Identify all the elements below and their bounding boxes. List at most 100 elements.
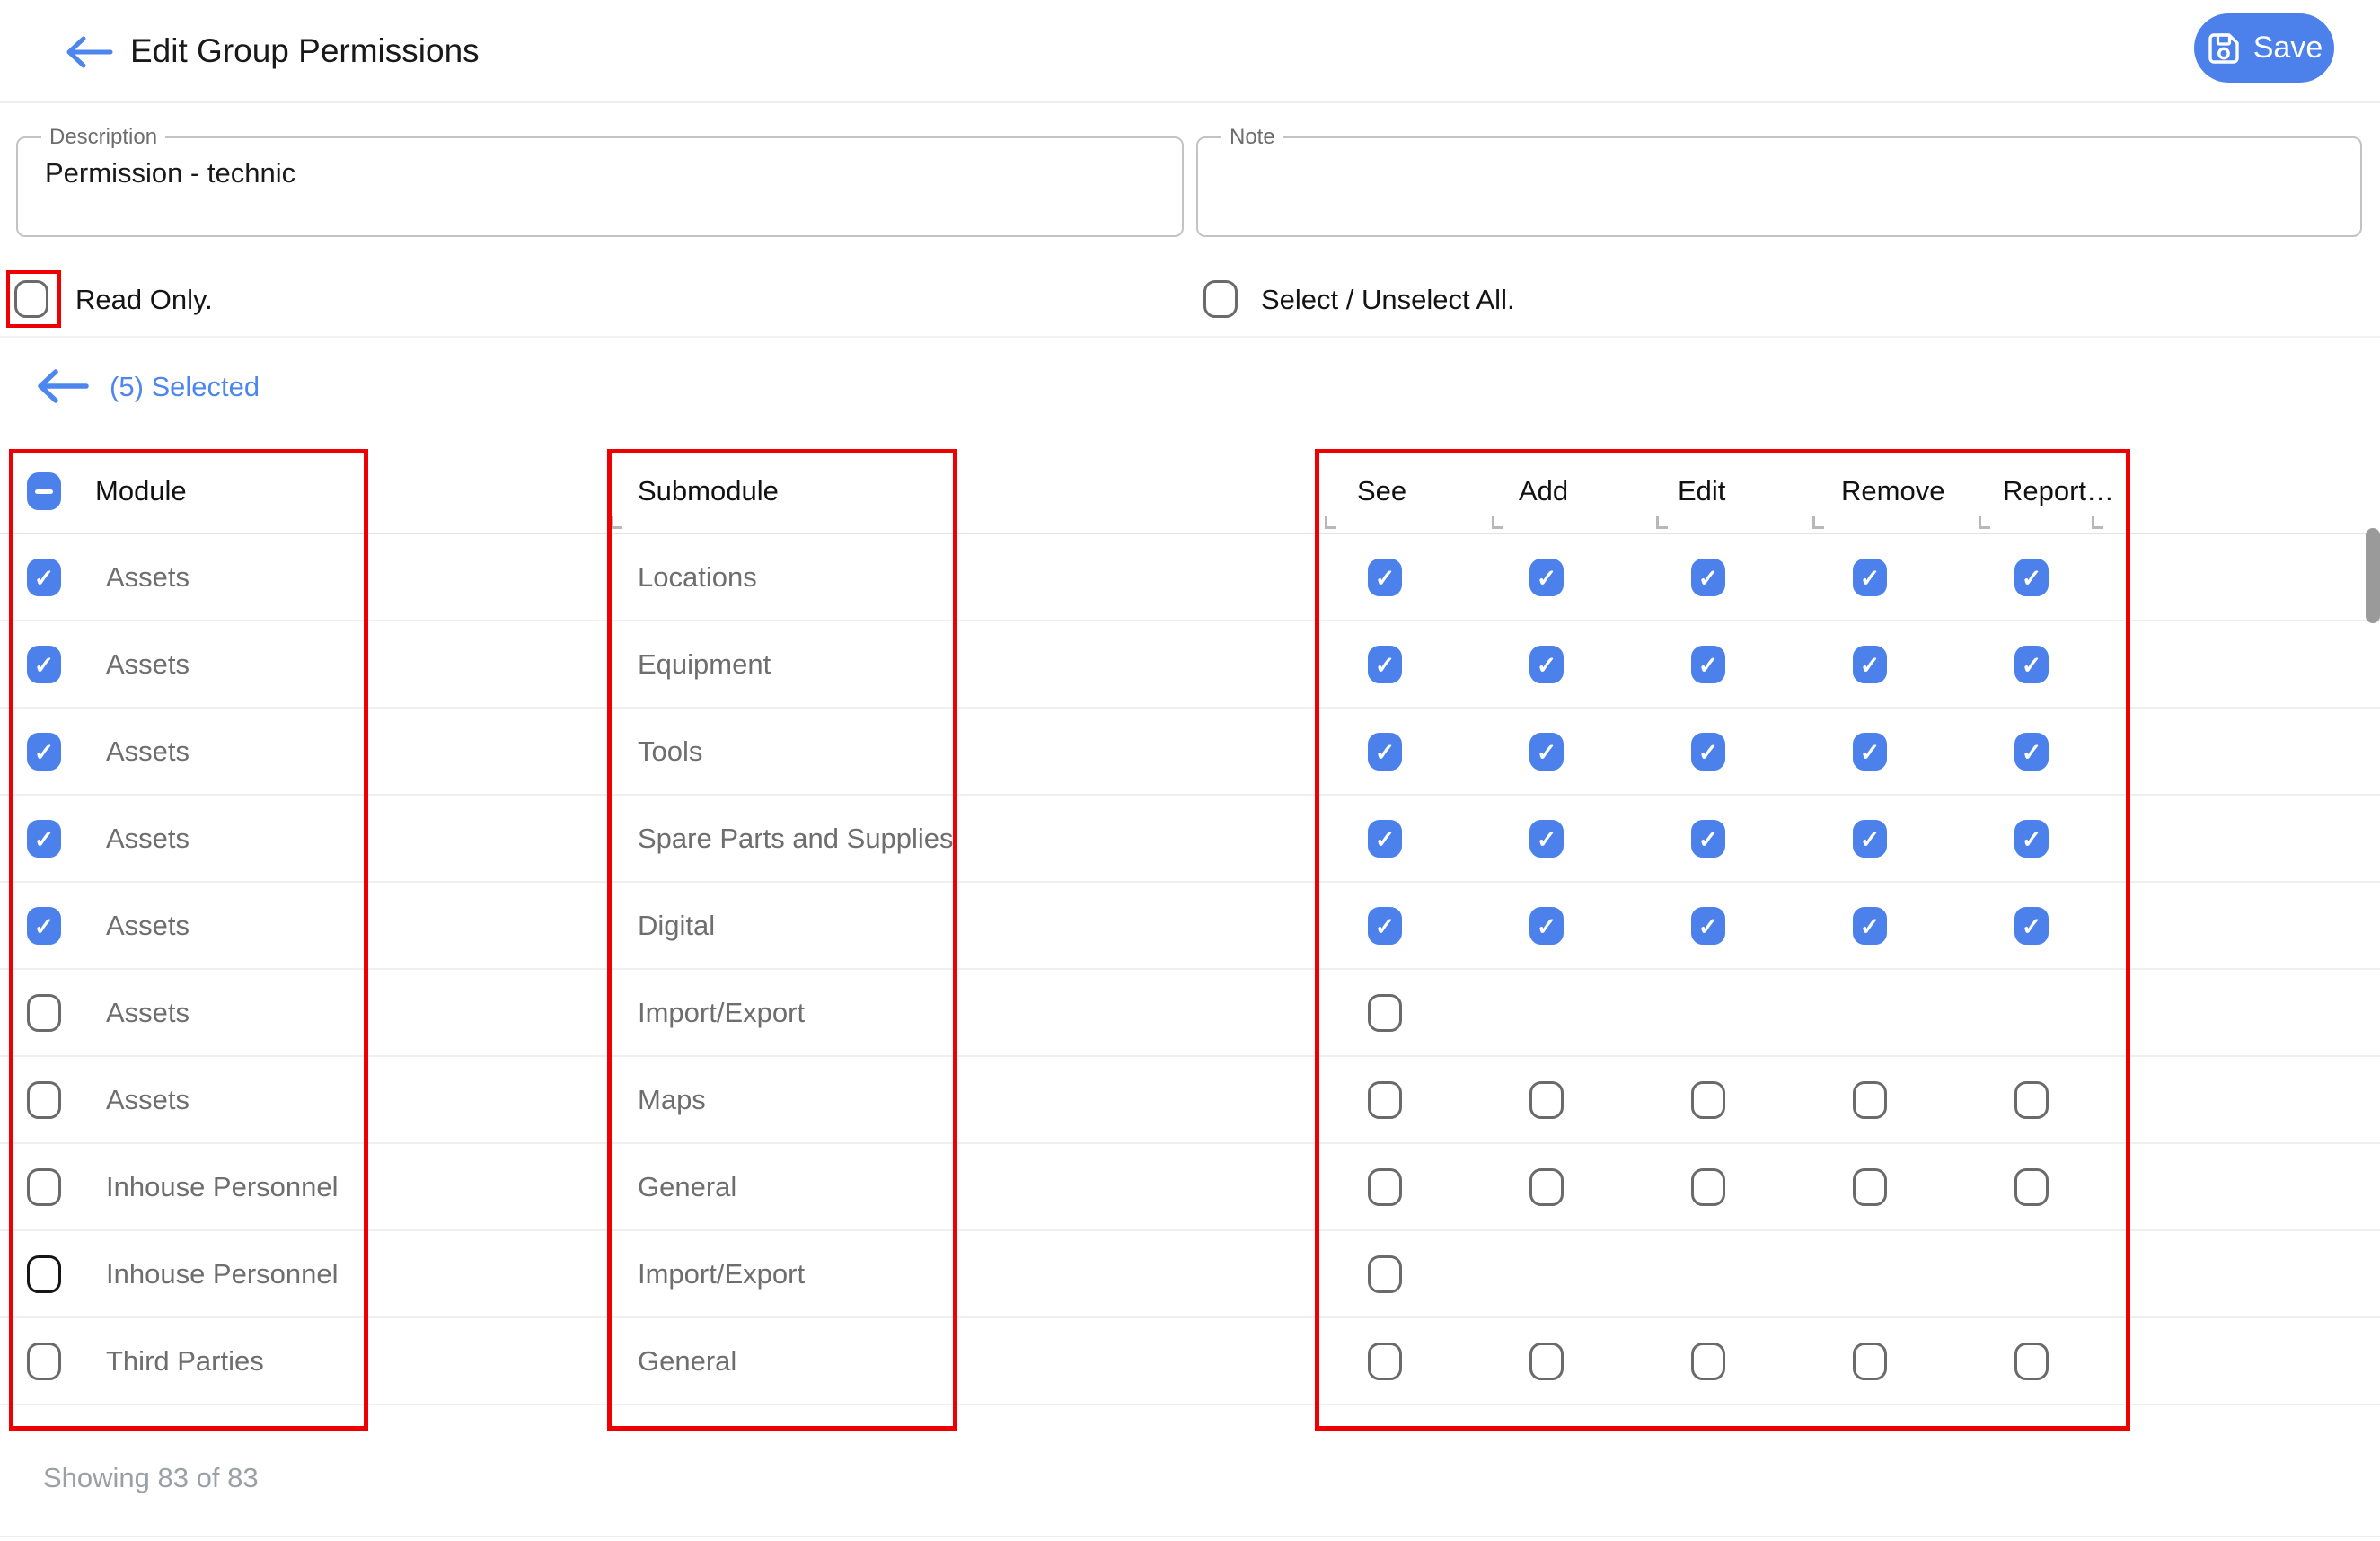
permission-checkbox-see[interactable] bbox=[1368, 994, 1402, 1032]
permission-checkbox-remove[interactable]: ✓ bbox=[1853, 559, 1887, 596]
permission-checkbox-remove[interactable]: ✓ bbox=[1853, 733, 1887, 770]
module-checkbox[interactable] bbox=[27, 1081, 61, 1119]
permission-checkbox-see[interactable] bbox=[1368, 1081, 1402, 1119]
module-checkbox[interactable]: ✓ bbox=[27, 733, 61, 770]
check-icon: ✓ bbox=[34, 567, 55, 591]
permission-checkbox-remove[interactable] bbox=[1853, 1343, 1887, 1380]
select-all-modules-checkbox[interactable] bbox=[27, 472, 61, 510]
module-cell: Assets bbox=[106, 709, 190, 794]
permission-checkbox-remove[interactable] bbox=[1853, 1168, 1887, 1206]
column-resize-handle[interactable] bbox=[1812, 516, 1824, 529]
column-header-submodule[interactable]: Submodule bbox=[638, 449, 779, 533]
module-checkbox[interactable] bbox=[27, 994, 61, 1032]
permission-checkbox-edit[interactable]: ✓ bbox=[1691, 820, 1725, 858]
permission-checkbox-report[interactable] bbox=[2014, 1343, 2049, 1380]
permission-checkbox-add[interactable] bbox=[1529, 1343, 1564, 1380]
back-arrow-icon bbox=[64, 34, 114, 70]
description-field[interactable]: Description Permission - technic bbox=[16, 136, 1184, 237]
check-icon: ✓ bbox=[2022, 828, 2042, 852]
permission-checkbox-add[interactable]: ✓ bbox=[1529, 646, 1564, 683]
top-bar: Edit Group Permissions Save bbox=[0, 0, 2380, 103]
column-resize-handle[interactable] bbox=[1979, 516, 1990, 529]
column-header-edit[interactable]: Edit bbox=[1678, 449, 1725, 533]
submodule-cell: Locations bbox=[638, 534, 757, 620]
module-cell: Inhouse Personnel bbox=[106, 1231, 339, 1316]
check-icon: ✓ bbox=[34, 654, 55, 678]
vertical-scrollbar-thumb[interactable] bbox=[2366, 528, 2380, 623]
column-header-add[interactable]: Add bbox=[1519, 449, 1568, 533]
column-header-remove[interactable]: Remove bbox=[1841, 449, 1944, 533]
permission-checkbox-add[interactable]: ✓ bbox=[1529, 820, 1564, 858]
permission-checkbox-report[interactable]: ✓ bbox=[2014, 820, 2049, 858]
permission-checkbox-report[interactable] bbox=[2014, 1081, 2049, 1119]
check-icon: ✓ bbox=[2022, 915, 2042, 939]
selected-count-link[interactable]: (5) Selected bbox=[110, 371, 260, 403]
check-icon: ✓ bbox=[1537, 828, 1557, 852]
submodule-cell: Import/Export bbox=[638, 1231, 805, 1316]
permission-checkbox-edit[interactable] bbox=[1691, 1081, 1725, 1119]
module-checkbox[interactable]: ✓ bbox=[27, 907, 61, 945]
module-checkbox[interactable] bbox=[27, 1343, 61, 1380]
page-title: Edit Group Permissions bbox=[130, 0, 480, 101]
permission-checkbox-see[interactable] bbox=[1368, 1255, 1402, 1293]
check-icon: ✓ bbox=[2022, 567, 2042, 591]
column-resize-handle[interactable] bbox=[1325, 516, 1336, 529]
permission-checkbox-edit[interactable]: ✓ bbox=[1691, 733, 1725, 770]
column-resize-handle[interactable] bbox=[2092, 516, 2103, 529]
column-resize-handle[interactable] bbox=[611, 516, 622, 529]
column-header-see[interactable]: See bbox=[1357, 449, 1406, 533]
module-checkbox[interactable]: ✓ bbox=[27, 559, 61, 596]
permission-checkbox-see[interactable]: ✓ bbox=[1368, 820, 1402, 858]
check-icon: ✓ bbox=[2022, 741, 2042, 765]
permission-checkbox-report[interactable]: ✓ bbox=[2014, 559, 2049, 596]
module-cell: Assets bbox=[106, 970, 190, 1055]
save-button[interactable]: Save bbox=[2194, 13, 2334, 83]
selection-back-button[interactable] bbox=[34, 366, 92, 406]
module-checkbox[interactable] bbox=[27, 1255, 61, 1293]
column-header-module[interactable]: Module bbox=[95, 449, 187, 533]
permission-checkbox-edit[interactable]: ✓ bbox=[1691, 907, 1725, 945]
permission-checkbox-add[interactable] bbox=[1529, 1168, 1564, 1206]
submodule-cell: Digital bbox=[638, 883, 715, 968]
save-icon bbox=[2206, 31, 2242, 66]
read-only-checkbox[interactable] bbox=[14, 280, 48, 318]
module-cell: Inhouse Personnel bbox=[106, 1144, 339, 1229]
module-cell: Assets bbox=[106, 621, 190, 707]
permission-checkbox-add[interactable]: ✓ bbox=[1529, 907, 1564, 945]
table-row: ✓ Assets Digital ✓ ✓ ✓ ✓ ✓ bbox=[0, 883, 2380, 970]
check-icon: ✓ bbox=[1698, 567, 1719, 591]
permission-checkbox-remove[interactable]: ✓ bbox=[1853, 907, 1887, 945]
module-checkbox[interactable] bbox=[27, 1168, 61, 1206]
permission-checkbox-report[interactable]: ✓ bbox=[2014, 907, 2049, 945]
permission-checkbox-add[interactable]: ✓ bbox=[1529, 733, 1564, 770]
module-checkbox[interactable]: ✓ bbox=[27, 646, 61, 683]
module-cell: Assets bbox=[106, 883, 190, 968]
check-icon: ✓ bbox=[1698, 828, 1719, 852]
permission-checkbox-see[interactable]: ✓ bbox=[1368, 559, 1402, 596]
page-bottom-divider bbox=[0, 1536, 2380, 1537]
permission-checkbox-edit[interactable] bbox=[1691, 1168, 1725, 1206]
select-unselect-all-checkbox[interactable] bbox=[1203, 280, 1238, 318]
permission-checkbox-remove[interactable]: ✓ bbox=[1853, 646, 1887, 683]
module-checkbox[interactable]: ✓ bbox=[27, 820, 61, 858]
column-resize-handle[interactable] bbox=[1656, 516, 1668, 529]
permission-checkbox-see[interactable] bbox=[1368, 1168, 1402, 1206]
permission-checkbox-see[interactable]: ✓ bbox=[1368, 733, 1402, 770]
permission-checkbox-add[interactable] bbox=[1529, 1081, 1564, 1119]
module-cell: Assets bbox=[106, 796, 190, 881]
permission-checkbox-report[interactable]: ✓ bbox=[2014, 646, 2049, 683]
permission-checkbox-see[interactable]: ✓ bbox=[1368, 907, 1402, 945]
permission-checkbox-add[interactable]: ✓ bbox=[1529, 559, 1564, 596]
back-button[interactable] bbox=[57, 25, 120, 79]
permission-checkbox-remove[interactable] bbox=[1853, 1081, 1887, 1119]
permission-checkbox-see[interactable] bbox=[1368, 1343, 1402, 1380]
permission-checkbox-remove[interactable]: ✓ bbox=[1853, 820, 1887, 858]
column-resize-handle[interactable] bbox=[1492, 516, 1503, 529]
permission-checkbox-edit[interactable] bbox=[1691, 1343, 1725, 1380]
permission-checkbox-report[interactable]: ✓ bbox=[2014, 733, 2049, 770]
permission-checkbox-see[interactable]: ✓ bbox=[1368, 646, 1402, 683]
permission-checkbox-edit[interactable]: ✓ bbox=[1691, 559, 1725, 596]
permission-checkbox-report[interactable] bbox=[2014, 1168, 2049, 1206]
note-field[interactable]: Note bbox=[1196, 136, 2362, 237]
permission-checkbox-edit[interactable]: ✓ bbox=[1691, 646, 1725, 683]
